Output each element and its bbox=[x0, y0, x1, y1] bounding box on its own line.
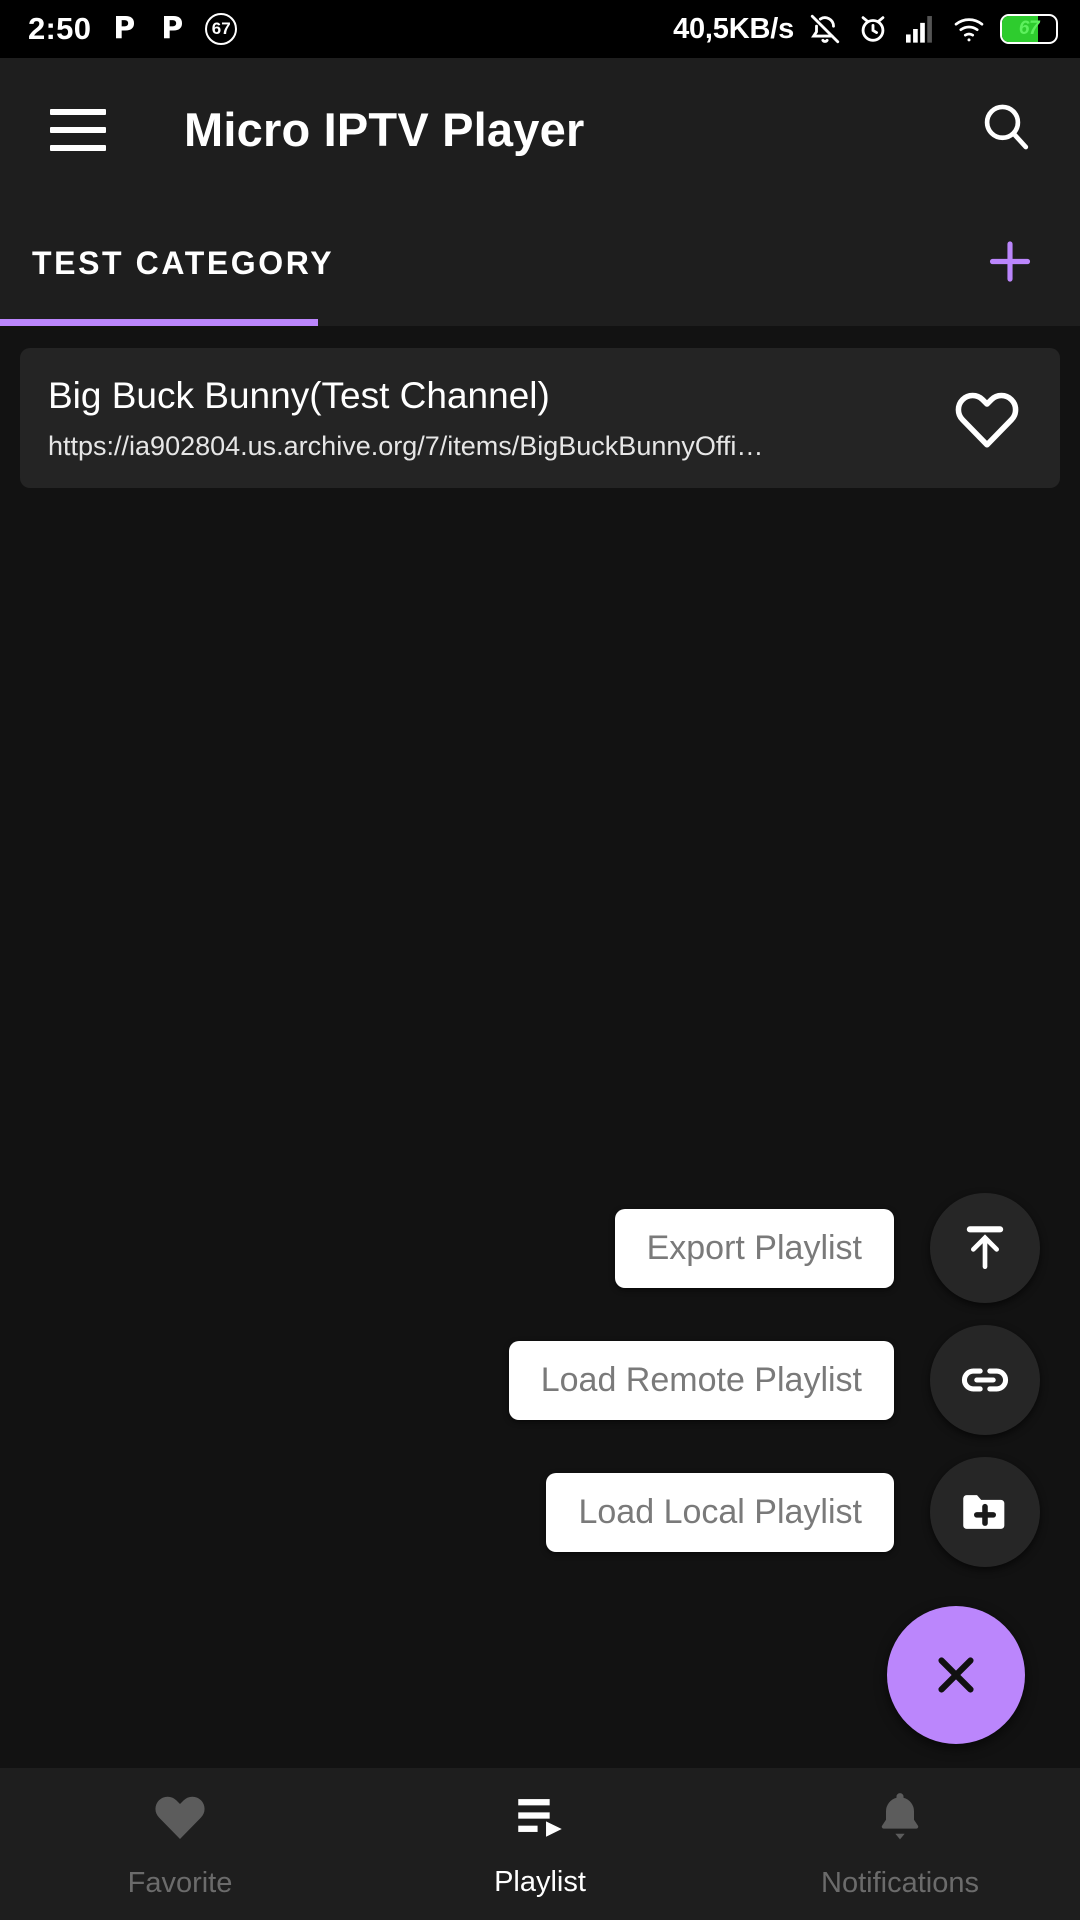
hamburger-line bbox=[50, 126, 106, 133]
favorite-toggle-button[interactable] bbox=[952, 386, 1022, 450]
search-icon[interactable] bbox=[978, 99, 1034, 160]
folder-add-icon[interactable] bbox=[930, 1457, 1040, 1567]
app-screen: 2:50 P P 67 40,5KB/s 67 Micro IPTV Playe… bbox=[0, 0, 1080, 1920]
page-title: Micro IPTV Player bbox=[184, 103, 585, 156]
tab-label: TEST CATEGORY bbox=[32, 245, 335, 281]
wifi-icon bbox=[952, 14, 986, 44]
speed-dial-action-export[interactable]: Export Playlist bbox=[614, 1182, 1040, 1314]
channel-list-item[interactable]: Big Buck Bunny(Test Channel) https://ia9… bbox=[20, 348, 1060, 488]
status-bar-left: 2:50 P P 67 bbox=[28, 11, 238, 47]
hamburger-line bbox=[50, 144, 106, 151]
bottom-navigation-bar: Favorite Playlist Notifications bbox=[0, 1768, 1080, 1920]
close-speed-dial-button[interactable] bbox=[887, 1606, 1025, 1744]
speed-dial-action-load-local[interactable]: Load Local Playlist bbox=[546, 1446, 1040, 1578]
add-category-button[interactable] bbox=[982, 233, 1038, 294]
status-bar: 2:50 P P 67 40,5KB/s 67 bbox=[0, 0, 1080, 58]
app-notification-badge-2: P bbox=[161, 11, 184, 46]
battery-icon: 67 bbox=[1000, 14, 1058, 44]
network-speed-text: 40,5KB/s bbox=[673, 12, 794, 45]
nav-item-favorite[interactable]: Favorite bbox=[0, 1788, 360, 1900]
tab-test-category[interactable]: TEST CATEGORY bbox=[0, 201, 370, 326]
speed-dial-action-load-remote[interactable]: Load Remote Playlist bbox=[508, 1314, 1040, 1446]
nav-label-favorite: Favorite bbox=[127, 1867, 233, 1899]
load-remote-playlist-label[interactable]: Load Remote Playlist bbox=[508, 1340, 894, 1420]
signal-icon bbox=[904, 14, 938, 44]
channel-name: Big Buck Bunny(Test Channel) bbox=[48, 374, 550, 416]
bell-icon bbox=[872, 1788, 928, 1849]
app-notification-badge-1: P bbox=[113, 11, 136, 46]
app-bar: Micro IPTV Player bbox=[0, 58, 1080, 201]
battery-percent-text: 67 bbox=[1018, 18, 1040, 39]
nav-item-notifications[interactable]: Notifications bbox=[720, 1788, 1080, 1900]
notifications-off-icon bbox=[808, 12, 842, 46]
hamburger-line bbox=[50, 108, 106, 115]
hamburger-menu-icon[interactable] bbox=[50, 108, 106, 151]
status-bar-right: 40,5KB/s 67 bbox=[673, 12, 1058, 46]
channel-url: https://ia902804.us.archive.org/7/items/… bbox=[48, 430, 764, 461]
playlist-play-icon bbox=[511, 1789, 569, 1848]
status-clock: 2:50 bbox=[28, 11, 92, 46]
heart-filled-icon bbox=[150, 1788, 210, 1849]
circle-count-badge: 67 bbox=[205, 13, 238, 45]
content-area: Big Buck Bunny(Test Channel) https://ia9… bbox=[0, 326, 1080, 1768]
nav-label-notifications: Notifications bbox=[821, 1867, 979, 1899]
upload-icon[interactable] bbox=[930, 1193, 1040, 1303]
link-icon[interactable] bbox=[930, 1325, 1040, 1435]
tab-active-indicator bbox=[0, 319, 318, 326]
load-local-playlist-label[interactable]: Load Local Playlist bbox=[546, 1472, 894, 1552]
channel-text-block: Big Buck Bunny(Test Channel) https://ia9… bbox=[48, 375, 952, 462]
nav-label-playlist: Playlist bbox=[494, 1866, 586, 1898]
alarm-icon bbox=[856, 12, 890, 46]
speed-dial-menu: Export Playlist Load Remote Playlist Loa… bbox=[508, 1182, 1040, 1744]
nav-item-playlist[interactable]: Playlist bbox=[360, 1789, 720, 1899]
category-tab-bar: TEST CATEGORY bbox=[0, 201, 1080, 326]
export-playlist-label[interactable]: Export Playlist bbox=[614, 1208, 894, 1288]
